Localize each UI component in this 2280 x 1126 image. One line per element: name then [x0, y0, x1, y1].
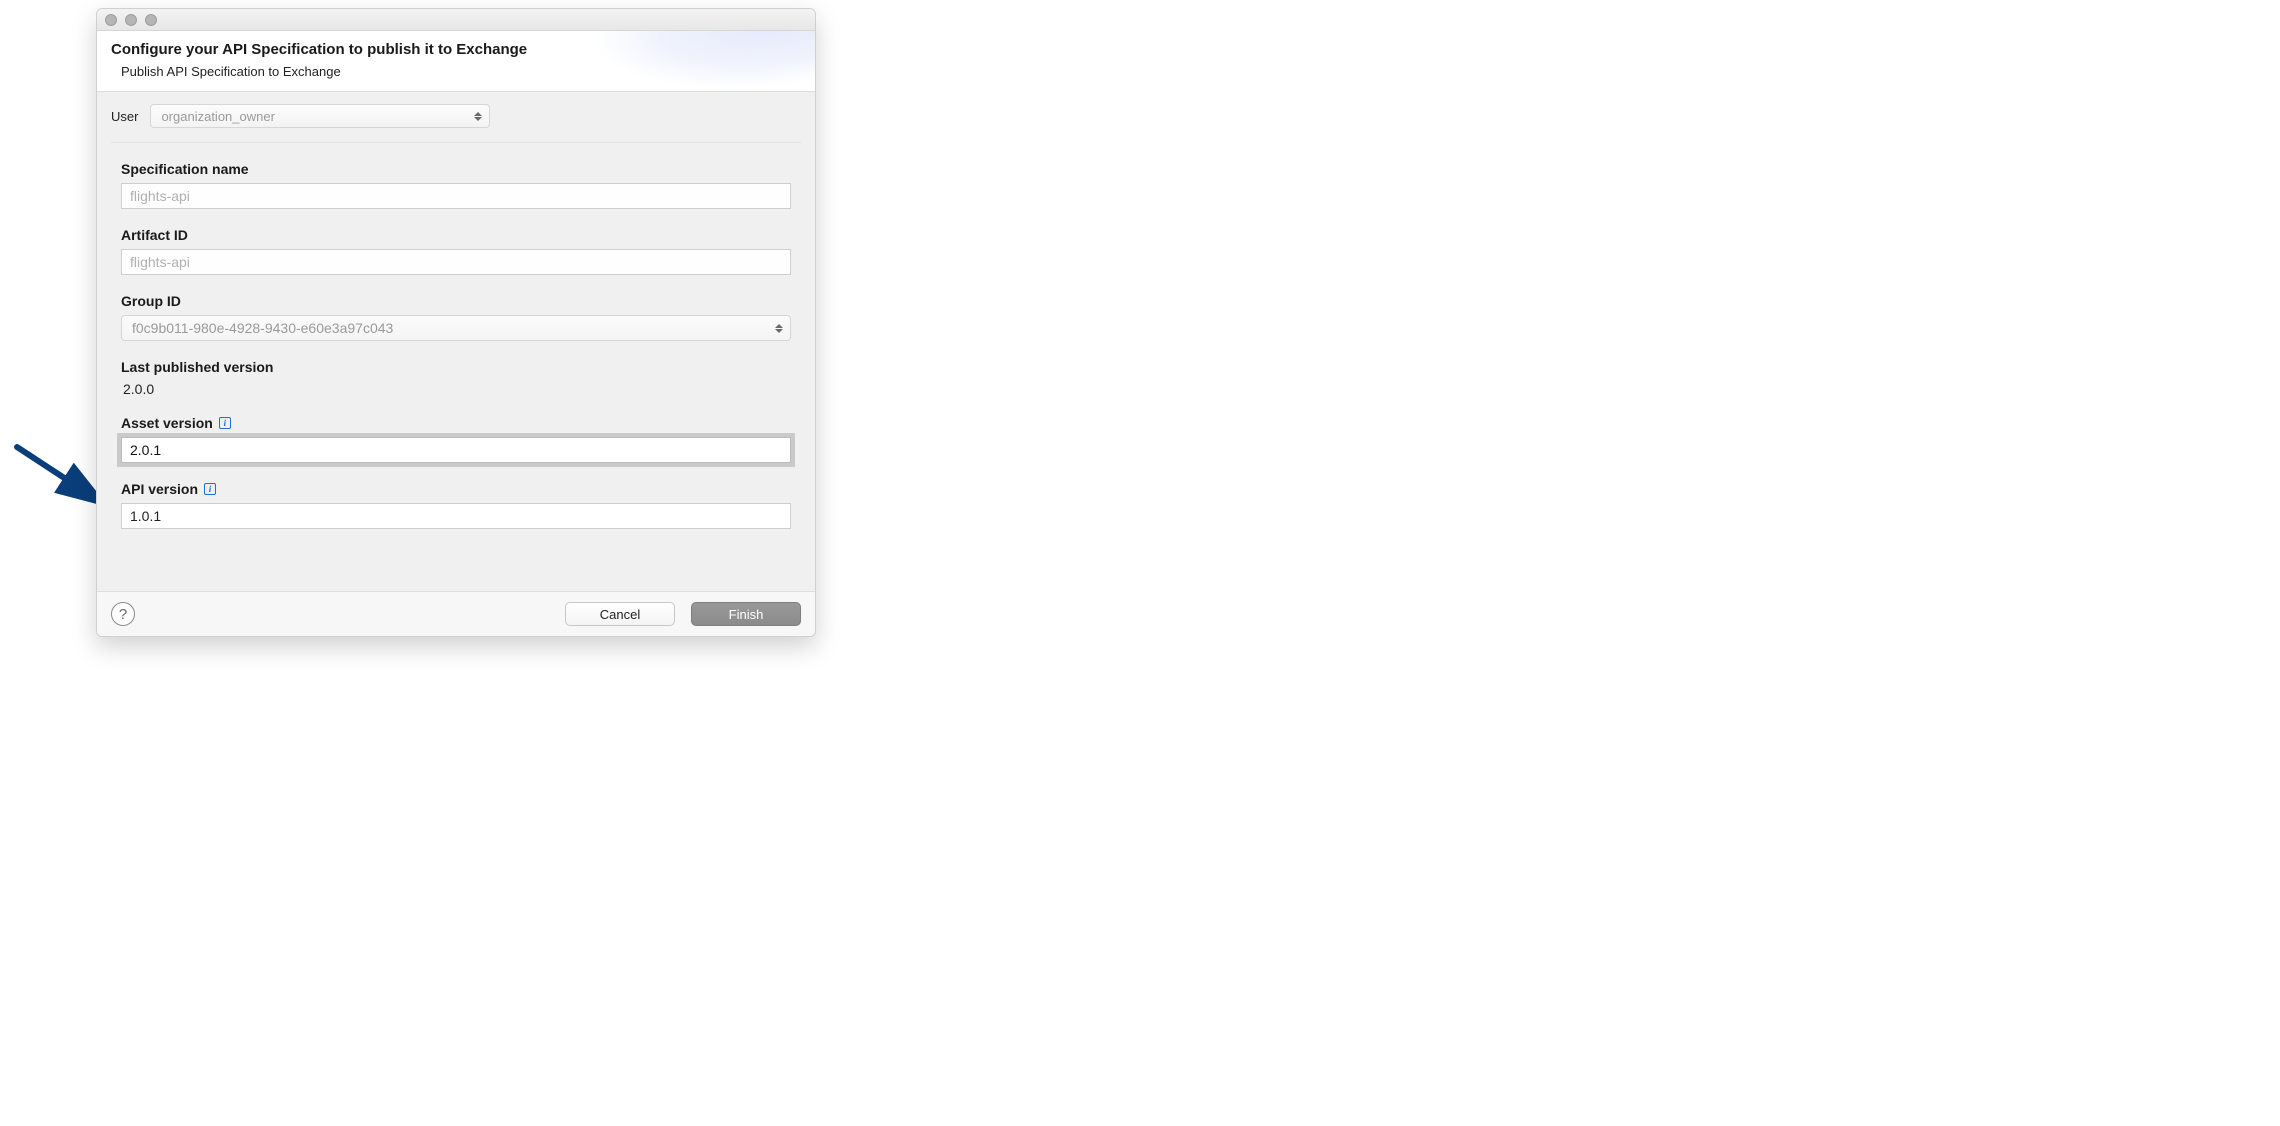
- chevron-updown-icon: [473, 109, 483, 123]
- help-button[interactable]: ?: [111, 602, 135, 626]
- zoom-icon[interactable]: [145, 14, 157, 26]
- field-group-id: Group ID f0c9b011-980e-4928-9430-e60e3a9…: [121, 293, 791, 341]
- artifact-id-label: Artifact ID: [121, 227, 791, 243]
- last-published-label: Last published version: [121, 359, 791, 375]
- user-select-value: organization_owner: [161, 109, 274, 124]
- user-label: User: [111, 109, 138, 124]
- api-version-label: API version i: [121, 481, 791, 497]
- artifact-id-input[interactable]: [121, 249, 791, 275]
- form: Specification name Artifact ID Group ID …: [111, 161, 801, 583]
- field-artifact-id: Artifact ID: [121, 227, 791, 275]
- dialog-title: Configure your API Specification to publ…: [111, 41, 801, 58]
- asset-version-input[interactable]: [121, 437, 791, 463]
- field-spec-name: Specification name: [121, 161, 791, 209]
- dialog-subtitle: Publish API Specification to Exchange: [111, 64, 801, 79]
- footer-buttons: Cancel Finish: [565, 602, 801, 626]
- group-id-select[interactable]: f0c9b011-980e-4928-9430-e60e3a97c043: [121, 315, 791, 341]
- cancel-button[interactable]: Cancel: [565, 602, 675, 626]
- publish-dialog: Configure your API Specification to publ…: [96, 8, 816, 637]
- last-published-value: 2.0.0: [121, 381, 791, 397]
- group-id-value: f0c9b011-980e-4928-9430-e60e3a97c043: [132, 320, 393, 336]
- group-id-label: Group ID: [121, 293, 791, 309]
- api-version-input[interactable]: [121, 503, 791, 529]
- close-icon[interactable]: [105, 14, 117, 26]
- field-asset-version: Asset version i: [121, 415, 791, 463]
- minimize-icon[interactable]: [125, 14, 137, 26]
- window-titlebar: [97, 9, 815, 31]
- info-icon[interactable]: i: [219, 417, 231, 429]
- user-row: User organization_owner: [111, 104, 801, 143]
- chevron-updown-icon: [774, 321, 784, 335]
- spec-name-input[interactable]: [121, 183, 791, 209]
- spec-name-label: Specification name: [121, 161, 791, 177]
- info-icon[interactable]: i: [204, 483, 216, 495]
- dialog-body: User organization_owner Specification na…: [97, 92, 815, 591]
- field-last-published: Last published version 2.0.0: [121, 359, 791, 397]
- dialog-footer: ? Cancel Finish: [97, 591, 815, 636]
- asset-version-label: Asset version i: [121, 415, 791, 431]
- finish-button[interactable]: Finish: [691, 602, 801, 626]
- dialog-header: Configure your API Specification to publ…: [97, 31, 815, 92]
- user-select[interactable]: organization_owner: [150, 104, 490, 128]
- field-api-version: API version i: [121, 481, 791, 529]
